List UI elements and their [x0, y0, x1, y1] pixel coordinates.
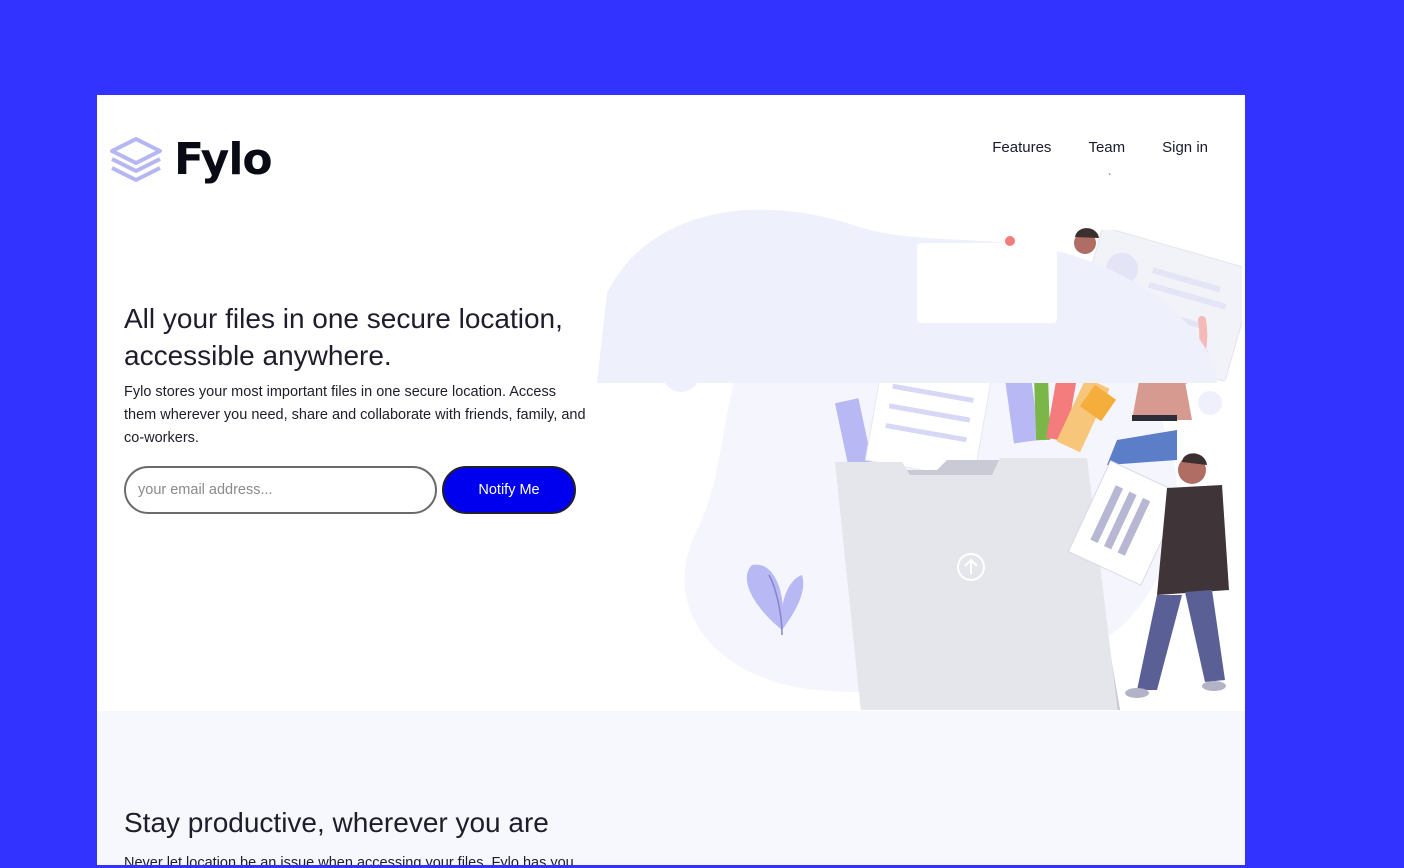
decor-circle	[1198, 391, 1222, 415]
nav-link-features[interactable]: Features	[992, 139, 1051, 156]
background-blob	[597, 209, 1217, 383]
hero-description: Fylo stores your most important files in…	[124, 384, 586, 446]
brand-name: Fylo	[174, 134, 273, 185]
laptop-screen	[917, 243, 1057, 323]
landing-page: Fylo Features Team Sign in ` All your fi…	[97, 95, 1245, 865]
nav-link-sign-in[interactable]: Sign in	[1162, 139, 1208, 156]
email-input[interactable]	[124, 466, 437, 514]
productive-illustration	[597, 209, 1217, 383]
notify-me-button[interactable]: Notify Me	[442, 466, 576, 514]
stacked-layers-icon	[110, 137, 162, 182]
main-nav: Features Team Sign in	[992, 139, 1208, 156]
hero-title: All your files in one secure location, a…	[124, 303, 563, 371]
nav-link-team[interactable]: Team	[1088, 139, 1125, 156]
productive-description: Never let location be an issue when acce…	[124, 855, 574, 865]
person-hair	[1075, 228, 1099, 238]
productive-title: Stay productive, wherever you are	[124, 807, 549, 838]
productive-section	[97, 711, 1245, 865]
brand-logo[interactable]: Fylo	[110, 134, 273, 185]
folder-front	[835, 458, 1118, 710]
decor-dot	[1005, 236, 1015, 246]
